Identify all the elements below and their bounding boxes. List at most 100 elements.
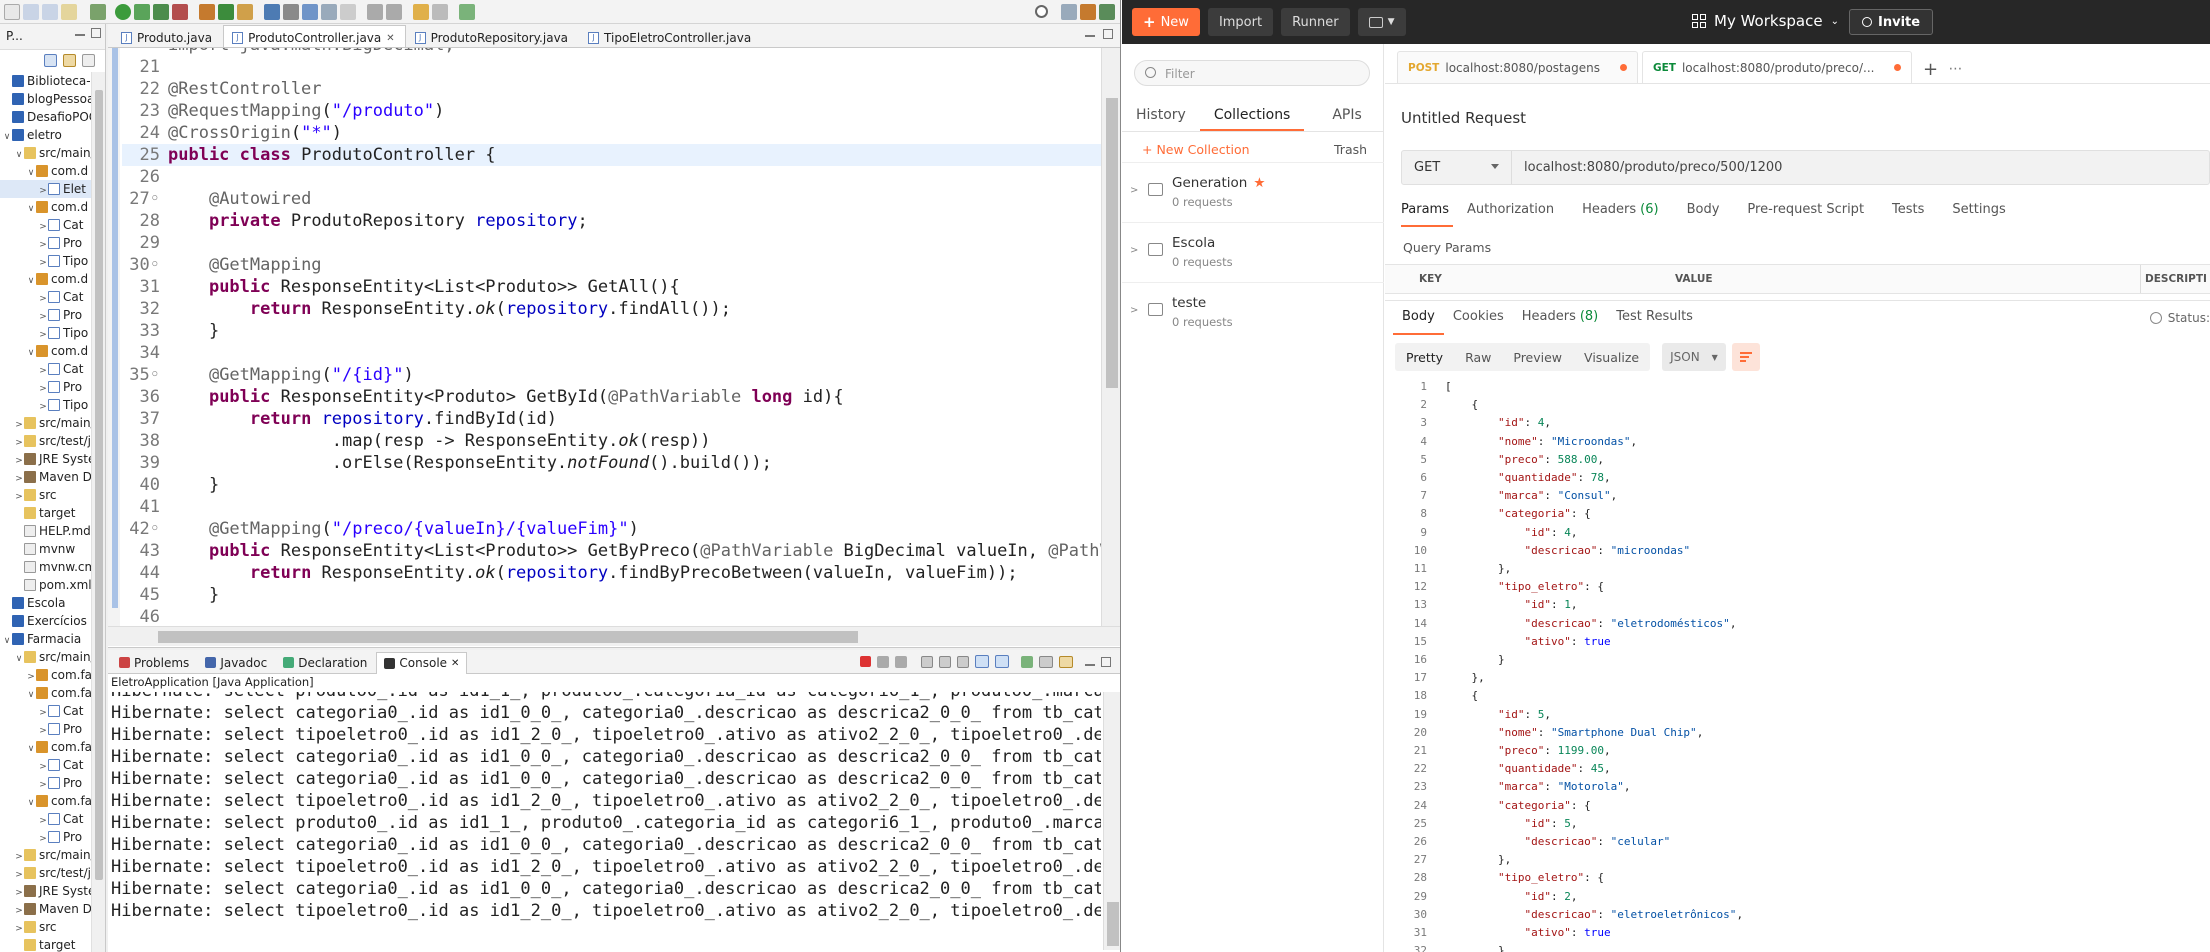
invite-button[interactable]: Invite <box>1849 9 1934 35</box>
collapse-all-icon[interactable] <box>44 54 57 67</box>
filter-input[interactable]: Filter <box>1134 60 1370 86</box>
collection-item[interactable]: > teste 0 requests <box>1122 282 1384 342</box>
request-tab-tests[interactable]: Tests <box>1892 202 1938 227</box>
tree-item[interactable]: > Tipo <box>0 324 105 342</box>
tab-console[interactable]: Console ✕ <box>376 651 468 674</box>
tree-item[interactable]: > Pro <box>0 774 105 792</box>
collection-item[interactable]: > Escola 0 requests <box>1122 222 1384 282</box>
tree-item[interactable]: > src <box>0 918 105 936</box>
request-tab-body[interactable]: Body <box>1687 202 1734 227</box>
editor-vertical-scrollbar[interactable] <box>1101 48 1120 626</box>
tree-item[interactable]: > Maven De <box>0 900 105 918</box>
console-maximize-icon[interactable] <box>1101 656 1111 667</box>
tree-item[interactable]: Exercícios [W <box>0 612 105 630</box>
new-file-icon[interactable] <box>4 3 20 20</box>
open-icon[interactable] <box>61 3 77 20</box>
sidebar-tab-apis[interactable]: APIs <box>1318 100 1375 131</box>
tree-item[interactable]: > Tipo <box>0 252 105 270</box>
explorer-scrollbar[interactable] <box>91 72 105 952</box>
tree-item[interactable]: > Pro <box>0 378 105 396</box>
block-selection-icon[interactable] <box>321 3 337 20</box>
tab-problems[interactable]: Problems <box>112 652 196 674</box>
sidebar-tab-history[interactable]: History <box>1122 100 1200 131</box>
editor-tab[interactable]: J Produto.java <box>112 25 223 47</box>
tree-item[interactable]: ∨ com.d <box>0 270 105 288</box>
tree-item[interactable]: > Cat <box>0 810 105 828</box>
tree-item[interactable]: mvnw.cm <box>0 558 105 576</box>
tree-item[interactable]: Biblioteca-m <box>0 72 105 90</box>
java-perspective-icon[interactable] <box>1080 3 1096 20</box>
open-console-icon[interactable] <box>1059 655 1073 668</box>
display-console-icon[interactable] <box>1039 655 1053 668</box>
globe-icon[interactable] <box>2149 312 2162 324</box>
remove-all-launches-icon[interactable] <box>895 655 907 668</box>
tree-item[interactable]: ∨ src/main/ <box>0 144 105 162</box>
tree-item[interactable]: ∨ com.fa <box>0 684 105 702</box>
save-all-icon[interactable] <box>42 3 58 20</box>
tree-item[interactable]: ∨ com.fa <box>0 792 105 810</box>
response-tab-headers[interactable]: Headers (8) <box>1513 301 1608 335</box>
back-icon[interactable] <box>413 3 429 20</box>
minimize-icon[interactable] <box>75 28 85 36</box>
console-scrollbar[interactable] <box>1103 692 1120 950</box>
tree-item[interactable]: Escola <box>0 594 105 612</box>
package-explorer-tab[interactable]: P... <box>0 24 105 50</box>
trash-button[interactable]: Trash <box>1334 142 1367 157</box>
console-output[interactable]: Hibernate: select produto0_.id as id1_1_… <box>111 692 1101 950</box>
show-on-stdout-icon[interactable] <box>975 655 989 668</box>
tree-item[interactable]: > Tipo <box>0 396 105 414</box>
tree-item[interactable]: ∨ Farmacia <box>0 630 105 648</box>
format-pretty[interactable]: Pretty <box>1395 350 1454 365</box>
link-with-editor-icon[interactable] <box>63 54 76 67</box>
remove-launch-icon[interactable] <box>877 655 889 668</box>
new-class-icon[interactable] <box>237 3 253 20</box>
pin-editor-icon[interactable] <box>459 3 475 20</box>
request-name[interactable]: Untitled Request <box>1401 109 1526 127</box>
tree-item[interactable]: > Pro <box>0 828 105 846</box>
close-icon[interactable]: ✕ <box>386 33 394 44</box>
run-dropdown-icon[interactable] <box>134 3 150 20</box>
run-icon[interactable] <box>115 3 131 20</box>
forward-icon[interactable] <box>432 3 448 20</box>
request-tab-settings[interactable]: Settings <box>1952 202 2019 227</box>
editor-tab[interactable]: J ProdutoController.java ✕ <box>223 25 406 47</box>
request-tab[interactable]: GET localhost:8080/produto/preco/... <box>1641 51 1913 83</box>
new-button[interactable]: + New <box>1132 8 1200 36</box>
response-tab-cookies[interactable]: Cookies <box>1444 301 1513 335</box>
collection-item[interactable]: > Generation ★ 0 requests <box>1122 162 1384 222</box>
editor-maximize-icon[interactable] <box>1103 29 1113 39</box>
more-tabs-icon[interactable]: ⋯ <box>1948 55 1963 83</box>
new-collection-button[interactable]: + New Collection <box>1142 142 1250 157</box>
chevron-right-icon[interactable]: > <box>1130 305 1138 316</box>
workspace-switcher[interactable]: My Workspace ⌄ <box>1692 12 1839 30</box>
tree-item[interactable]: > JRE Syster <box>0 450 105 468</box>
show-whitespace-icon[interactable] <box>340 3 356 20</box>
tree-item[interactable]: > Maven De <box>0 468 105 486</box>
sidebar-tab-collections[interactable]: Collections <box>1199 100 1305 131</box>
tree-item[interactable]: > Cat <box>0 756 105 774</box>
tree-item[interactable]: > Elet <box>0 180 105 198</box>
console-minimize-icon[interactable] <box>1085 658 1095 666</box>
tree-item[interactable]: ∨ com.d <box>0 198 105 216</box>
response-tab-body[interactable]: Body <box>1393 301 1444 335</box>
tree-item[interactable]: ∨ com.fa <box>0 738 105 756</box>
save-icon[interactable] <box>23 3 39 20</box>
tree-item[interactable]: mvnw <box>0 540 105 558</box>
format-raw[interactable]: Raw <box>1454 350 1502 365</box>
new-java-project-icon[interactable] <box>199 3 215 20</box>
star-icon[interactable]: ★ <box>1253 175 1265 191</box>
new-package-icon[interactable] <box>218 3 234 20</box>
next-annotation-icon[interactable] <box>367 3 383 20</box>
view-menu-icon[interactable] <box>82 54 95 67</box>
tab-declaration[interactable]: Declaration <box>276 652 374 674</box>
tree-item[interactable]: > com.fa <box>0 666 105 684</box>
tree-item[interactable]: blogPessoal <box>0 90 105 108</box>
request-tab[interactable]: POST localhost:8080/postagens <box>1397 51 1638 83</box>
editor-tab[interactable]: J ProdutoRepository.java <box>406 25 579 47</box>
request-tab-headers[interactable]: Headers (6) <box>1582 202 1673 227</box>
prev-annotation-icon[interactable] <box>386 3 402 20</box>
search-icon[interactable] <box>283 3 299 20</box>
open-new-dropdown[interactable]: ▼ <box>1357 8 1406 36</box>
tree-item[interactable]: target <box>0 504 105 522</box>
show-on-stderr-icon[interactable] <box>995 655 1009 668</box>
